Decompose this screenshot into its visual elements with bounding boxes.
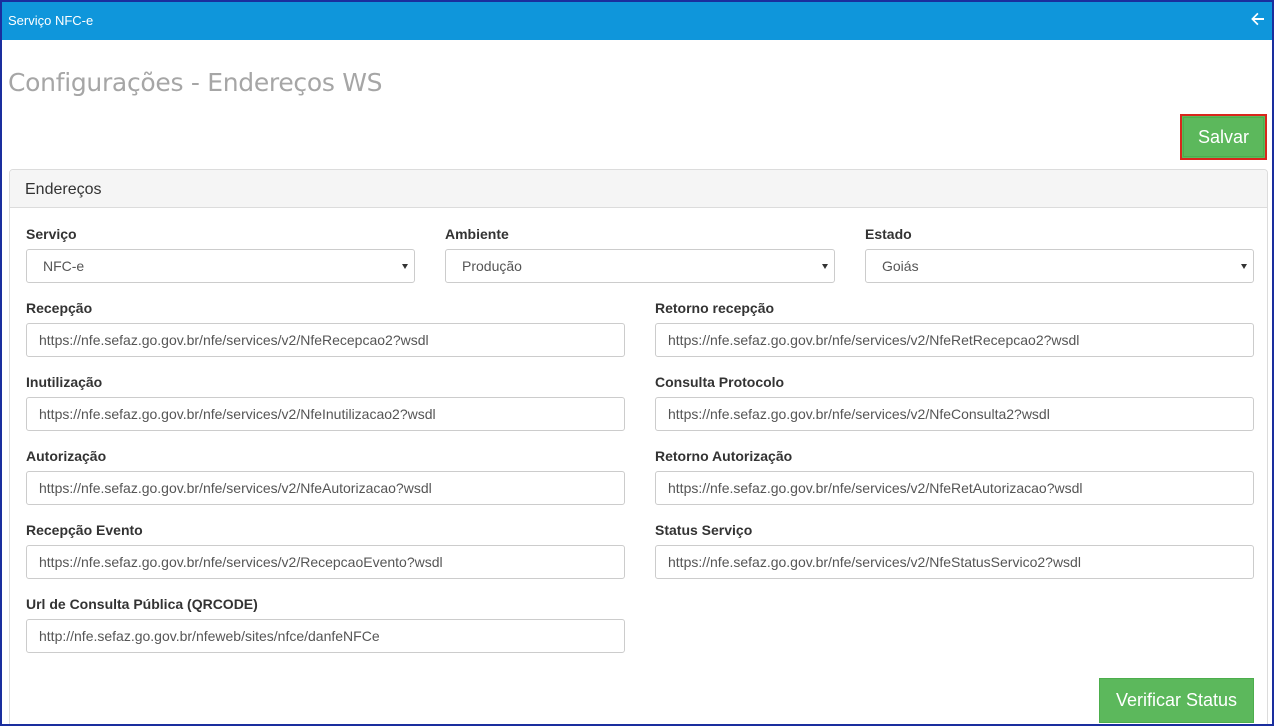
retorno-recepcao-label: Retorno recepção <box>655 300 775 316</box>
recepcao-evento-label: Recepção Evento <box>26 522 143 538</box>
panel-heading-title: Endereços <box>25 181 102 198</box>
retorno-autorizacao-input-value: https://nfe.sefaz.go.gov.br/nfe/services… <box>668 480 1083 496</box>
panel-heading: Endereços <box>10 170 1267 208</box>
estado-select[interactable]: Goiás <box>865 249 1254 283</box>
url-consulta-publica-input-value: http://nfe.sefaz.go.gov.br/nfeweb/sites/… <box>39 628 380 644</box>
ambiente-select-value: Produção <box>462 258 522 274</box>
arrow-left-icon[interactable] <box>1250 11 1266 27</box>
retorno-recepcao-input[interactable]: https://nfe.sefaz.go.gov.br/nfe/services… <box>655 323 1254 357</box>
status-servico-input[interactable]: https://nfe.sefaz.go.gov.br/nfe/services… <box>655 545 1254 579</box>
url-consulta-publica-input[interactable]: http://nfe.sefaz.go.gov.br/nfeweb/sites/… <box>26 619 625 653</box>
ambiente-label: Ambiente <box>445 226 509 242</box>
consulta-protocolo-input-value: https://nfe.sefaz.go.gov.br/nfe/services… <box>668 406 1050 422</box>
recepcao-input[interactable]: https://nfe.sefaz.go.gov.br/nfe/services… <box>26 323 625 357</box>
retorno-autorizacao-label: Retorno Autorização <box>655 448 793 464</box>
retorno-recepcao-input-value: https://nfe.sefaz.go.gov.br/nfe/services… <box>668 332 1080 348</box>
recepcao-evento-input[interactable]: https://nfe.sefaz.go.gov.br/nfe/services… <box>26 545 625 579</box>
save-button[interactable]: Salvar <box>1180 114 1267 160</box>
recepcao-label: Recepção <box>26 300 93 316</box>
retorno-autorizacao-input[interactable]: https://nfe.sefaz.go.gov.br/nfe/services… <box>655 471 1254 505</box>
autorizacao-input[interactable]: https://nfe.sefaz.go.gov.br/nfe/services… <box>26 471 625 505</box>
verify-status-button[interactable]: Verificar Status <box>1099 678 1254 723</box>
url-consulta-publica-label: Url de Consulta Pública (QRCODE) <box>26 596 258 612</box>
app-window: Serviço NFC-e Configurações - Endereços … <box>0 0 1274 726</box>
consulta-protocolo-input[interactable]: https://nfe.sefaz.go.gov.br/nfe/services… <box>655 397 1254 431</box>
status-servico-label: Status Serviço <box>655 522 753 538</box>
verify-status-button-label: Verificar Status <box>1115 690 1238 710</box>
caret-down-icon <box>402 264 408 269</box>
page-title: Configurações - Endereços WS <box>8 68 383 97</box>
inutilizacao-input[interactable]: https://nfe.sefaz.go.gov.br/nfe/services… <box>26 397 625 431</box>
estado-select-value: Goiás <box>882 258 919 274</box>
top-bar: Serviço NFC-e <box>2 2 1272 40</box>
estado-label: Estado <box>865 226 912 242</box>
servico-select[interactable]: NFC-e <box>26 249 415 283</box>
app-title: Serviço NFC-e <box>8 13 94 28</box>
caret-down-icon <box>1241 264 1247 269</box>
caret-down-icon <box>822 264 828 269</box>
ambiente-select[interactable]: Produção <box>445 249 835 283</box>
consulta-protocolo-label: Consulta Protocolo <box>655 374 785 390</box>
status-servico-input-value: https://nfe.sefaz.go.gov.br/nfe/services… <box>668 554 1081 570</box>
autorizacao-label: Autorização <box>26 448 107 464</box>
autorizacao-input-value: https://nfe.sefaz.go.gov.br/nfe/services… <box>39 480 432 496</box>
save-button-label: Salvar <box>1197 126 1250 147</box>
inutilizacao-label: Inutilização <box>26 374 103 390</box>
servico-select-value: NFC-e <box>43 258 85 274</box>
recepcao-evento-input-value: https://nfe.sefaz.go.gov.br/nfe/services… <box>39 554 443 570</box>
inutilizacao-input-value: https://nfe.sefaz.go.gov.br/nfe/services… <box>39 406 436 422</box>
servico-label: Serviço <box>26 226 77 242</box>
recepcao-input-value: https://nfe.sefaz.go.gov.br/nfe/services… <box>39 332 429 348</box>
